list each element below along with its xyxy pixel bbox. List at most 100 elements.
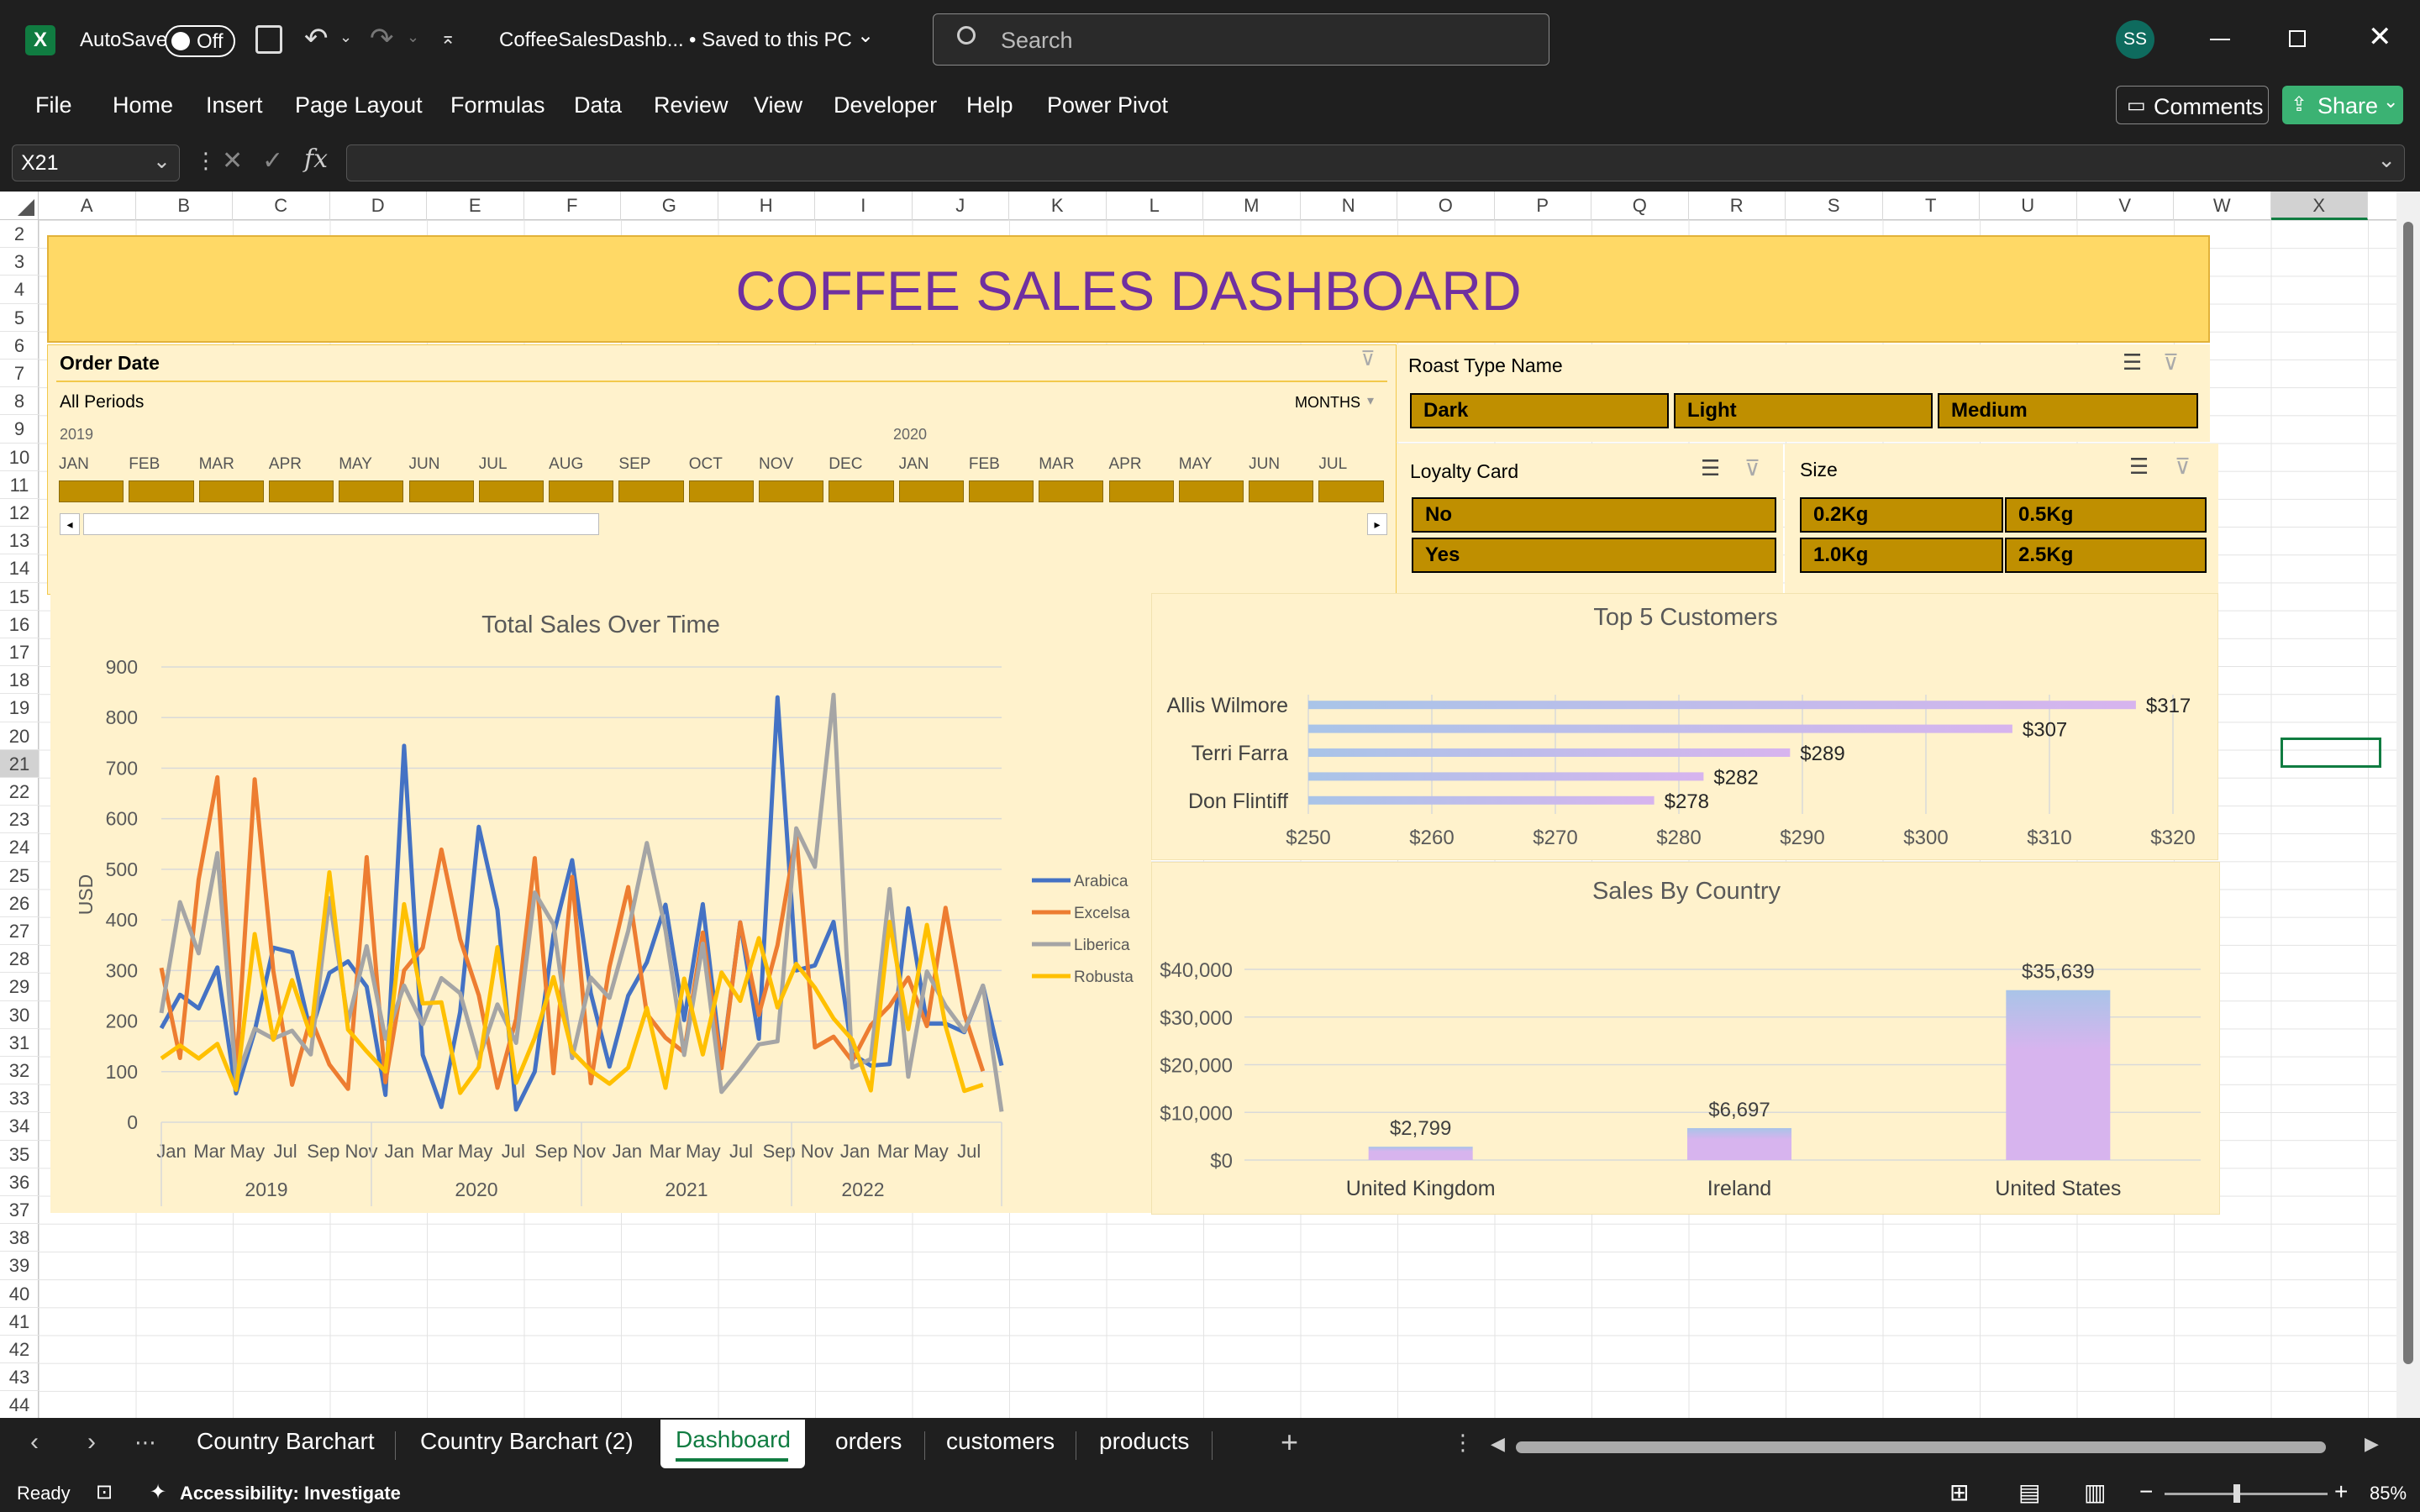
zoom-in-icon[interactable]: + (2334, 1478, 2348, 1505)
new-sheet-icon[interactable]: + (1281, 1425, 1298, 1460)
timeline-month-bar[interactable] (59, 480, 124, 502)
total-sales-chart[interactable]: Total Sales Over Time 0 100 200 300 400 500 60… (50, 593, 1151, 1213)
column-header-d[interactable]: D (330, 192, 427, 220)
top-customers-chart[interactable]: Top 5 Customers $250 $260 $270 $280 $290 $300… (1151, 593, 2218, 860)
menu-home[interactable]: Home (113, 92, 173, 118)
timeline-month-bar[interactable] (198, 480, 264, 502)
menu-power-pivot[interactable]: Power Pivot (1047, 92, 1168, 118)
row-header-31[interactable]: 31 (0, 1029, 39, 1057)
row-header-28[interactable]: 28 (0, 945, 39, 974)
timeline-level-chevron-icon[interactable]: ▾ (1367, 392, 1374, 409)
timeline-month-bar[interactable] (339, 480, 404, 502)
scroll-left-icon[interactable]: ◂ (60, 513, 80, 535)
menu-review[interactable]: Review (654, 92, 729, 118)
scroll-right-icon[interactable]: ▸ (1367, 513, 1387, 535)
tab-country-barchart[interactable]: Country Barchart (197, 1428, 375, 1455)
insert-function-icon[interactable]: fx (304, 144, 328, 174)
timeline-month-bar[interactable] (1249, 480, 1314, 502)
multi-select-icon[interactable]: ☰ (1701, 455, 1720, 481)
sales-by-country-chart[interactable]: Sales By Country $0 $10,000 $20,000 $30,000… (1151, 862, 2220, 1215)
clear-filter-icon[interactable]: ⊽ (2175, 454, 2191, 480)
autosave-toggle[interactable]: Off (165, 25, 235, 57)
column-header-o[interactable]: O (1397, 192, 1495, 220)
more-tabs-icon[interactable]: ⋯ (134, 1430, 156, 1456)
timeline-month-bar[interactable] (549, 480, 614, 502)
slicer-roast-medium[interactable]: Medium (1938, 393, 2198, 428)
tab-customers[interactable]: customers (946, 1428, 1055, 1455)
row-header-13[interactable]: 13 (0, 527, 39, 555)
slicer-roast-light[interactable]: Light (1674, 393, 1933, 428)
formula-input[interactable]: ⌄ (346, 144, 2405, 181)
slicer-size-2-5kg[interactable]: 2.5Kg (2005, 538, 2207, 573)
zoom-slider-thumb[interactable] (2233, 1484, 2240, 1503)
row-header-38[interactable]: 38 (0, 1224, 39, 1252)
row-header-17[interactable]: 17 (0, 638, 39, 667)
column-header-u[interactable]: U (1980, 192, 2077, 220)
accessibility-icon[interactable]: ✦ (150, 1480, 166, 1504)
save-icon[interactable] (255, 25, 282, 54)
timeline-level-select[interactable]: MONTHS (1295, 394, 1360, 412)
multi-select-icon[interactable]: ☰ (2129, 454, 2149, 480)
timeline-month-bar[interactable] (898, 480, 964, 502)
column-header-a[interactable]: A (39, 192, 136, 220)
normal-view-icon[interactable]: ⊞ (1949, 1478, 1969, 1506)
save-status-chevron-icon[interactable]: ⌄ (857, 24, 874, 48)
timeline-scroll-thumb[interactable] (83, 513, 599, 535)
row-header-39[interactable]: 39 (0, 1252, 39, 1280)
column-header-c[interactable]: C (233, 192, 330, 220)
column-header-j[interactable]: J (913, 192, 1009, 220)
tab-products[interactable]: products (1099, 1428, 1189, 1455)
column-header-q[interactable]: Q (1591, 192, 1689, 220)
row-header-5[interactable]: 5 (0, 304, 39, 332)
clear-filter-icon[interactable]: ⊽ (1360, 347, 1376, 371)
share-button[interactable]: ⇪ Share ⌄ (2282, 86, 2403, 124)
row-header-32[interactable]: 32 (0, 1057, 39, 1085)
row-header-8[interactable]: 8 (0, 387, 39, 416)
timeline-month-bar[interactable] (129, 480, 194, 502)
tabs-options-icon[interactable]: ⋮ (1452, 1430, 1474, 1456)
close-icon[interactable]: ✕ (2368, 20, 2392, 54)
menu-developer[interactable]: Developer (834, 92, 937, 118)
timeline-month-bar[interactable] (759, 480, 824, 502)
row-header-14[interactable]: 14 (0, 554, 39, 583)
row-header-20[interactable]: 20 (0, 722, 39, 750)
horizontal-scroll-thumb[interactable] (1516, 1441, 2326, 1453)
page-break-view-icon[interactable]: ▥ (2084, 1478, 2106, 1506)
page-layout-view-icon[interactable]: ▤ (2018, 1478, 2040, 1506)
timeline-month-bar[interactable] (1039, 480, 1104, 502)
column-header-i[interactable]: I (815, 192, 913, 220)
timeline-month-bar[interactable] (618, 480, 684, 502)
row-header-7[interactable]: 7 (0, 360, 39, 388)
column-header-h[interactable]: H (718, 192, 815, 220)
cancel-icon[interactable]: ✕ (222, 146, 243, 176)
row-header-35[interactable]: 35 (0, 1141, 39, 1168)
timeline-month-bar[interactable] (968, 480, 1034, 502)
redo-dropdown-icon[interactable]: ⌄ (407, 29, 419, 46)
menu-help[interactable]: Help (966, 92, 1013, 118)
tab-scroll-right-icon[interactable]: › (87, 1428, 96, 1457)
menu-formulas[interactable]: Formulas (450, 92, 545, 118)
timeline-month-bar[interactable] (1108, 480, 1174, 502)
row-header-37[interactable]: 37 (0, 1196, 39, 1225)
row-header-3[interactable]: 3 (0, 248, 39, 276)
row-header-30[interactable]: 30 (0, 1001, 39, 1029)
column-header-m[interactable]: M (1203, 192, 1301, 220)
row-header-29[interactable]: 29 (0, 973, 39, 1001)
column-header-v[interactable]: V (2077, 192, 2174, 220)
row-header-25[interactable]: 25 (0, 862, 39, 890)
timeline-month-bar[interactable] (268, 480, 334, 502)
row-header-33[interactable]: 33 (0, 1084, 39, 1113)
timeline-month-bar[interactable] (829, 480, 894, 502)
row-header-41[interactable]: 41 (0, 1308, 39, 1336)
restore-icon[interactable] (2289, 30, 2306, 47)
row-header-4[interactable]: 4 (0, 276, 39, 304)
column-header-b[interactable]: B (136, 192, 233, 220)
row-header-21[interactable]: 21 (0, 749, 39, 778)
slicer-size-0-5kg[interactable]: 0.5Kg (2005, 497, 2207, 533)
row-header-42[interactable]: 42 (0, 1336, 39, 1364)
row-header-27[interactable]: 27 (0, 917, 39, 946)
row-header-43[interactable]: 43 (0, 1363, 39, 1392)
row-header-18[interactable]: 18 (0, 666, 39, 695)
horizontal-scroll-right-icon[interactable]: ▶ (2365, 1433, 2379, 1455)
redo-icon[interactable]: ↷ (370, 22, 405, 55)
